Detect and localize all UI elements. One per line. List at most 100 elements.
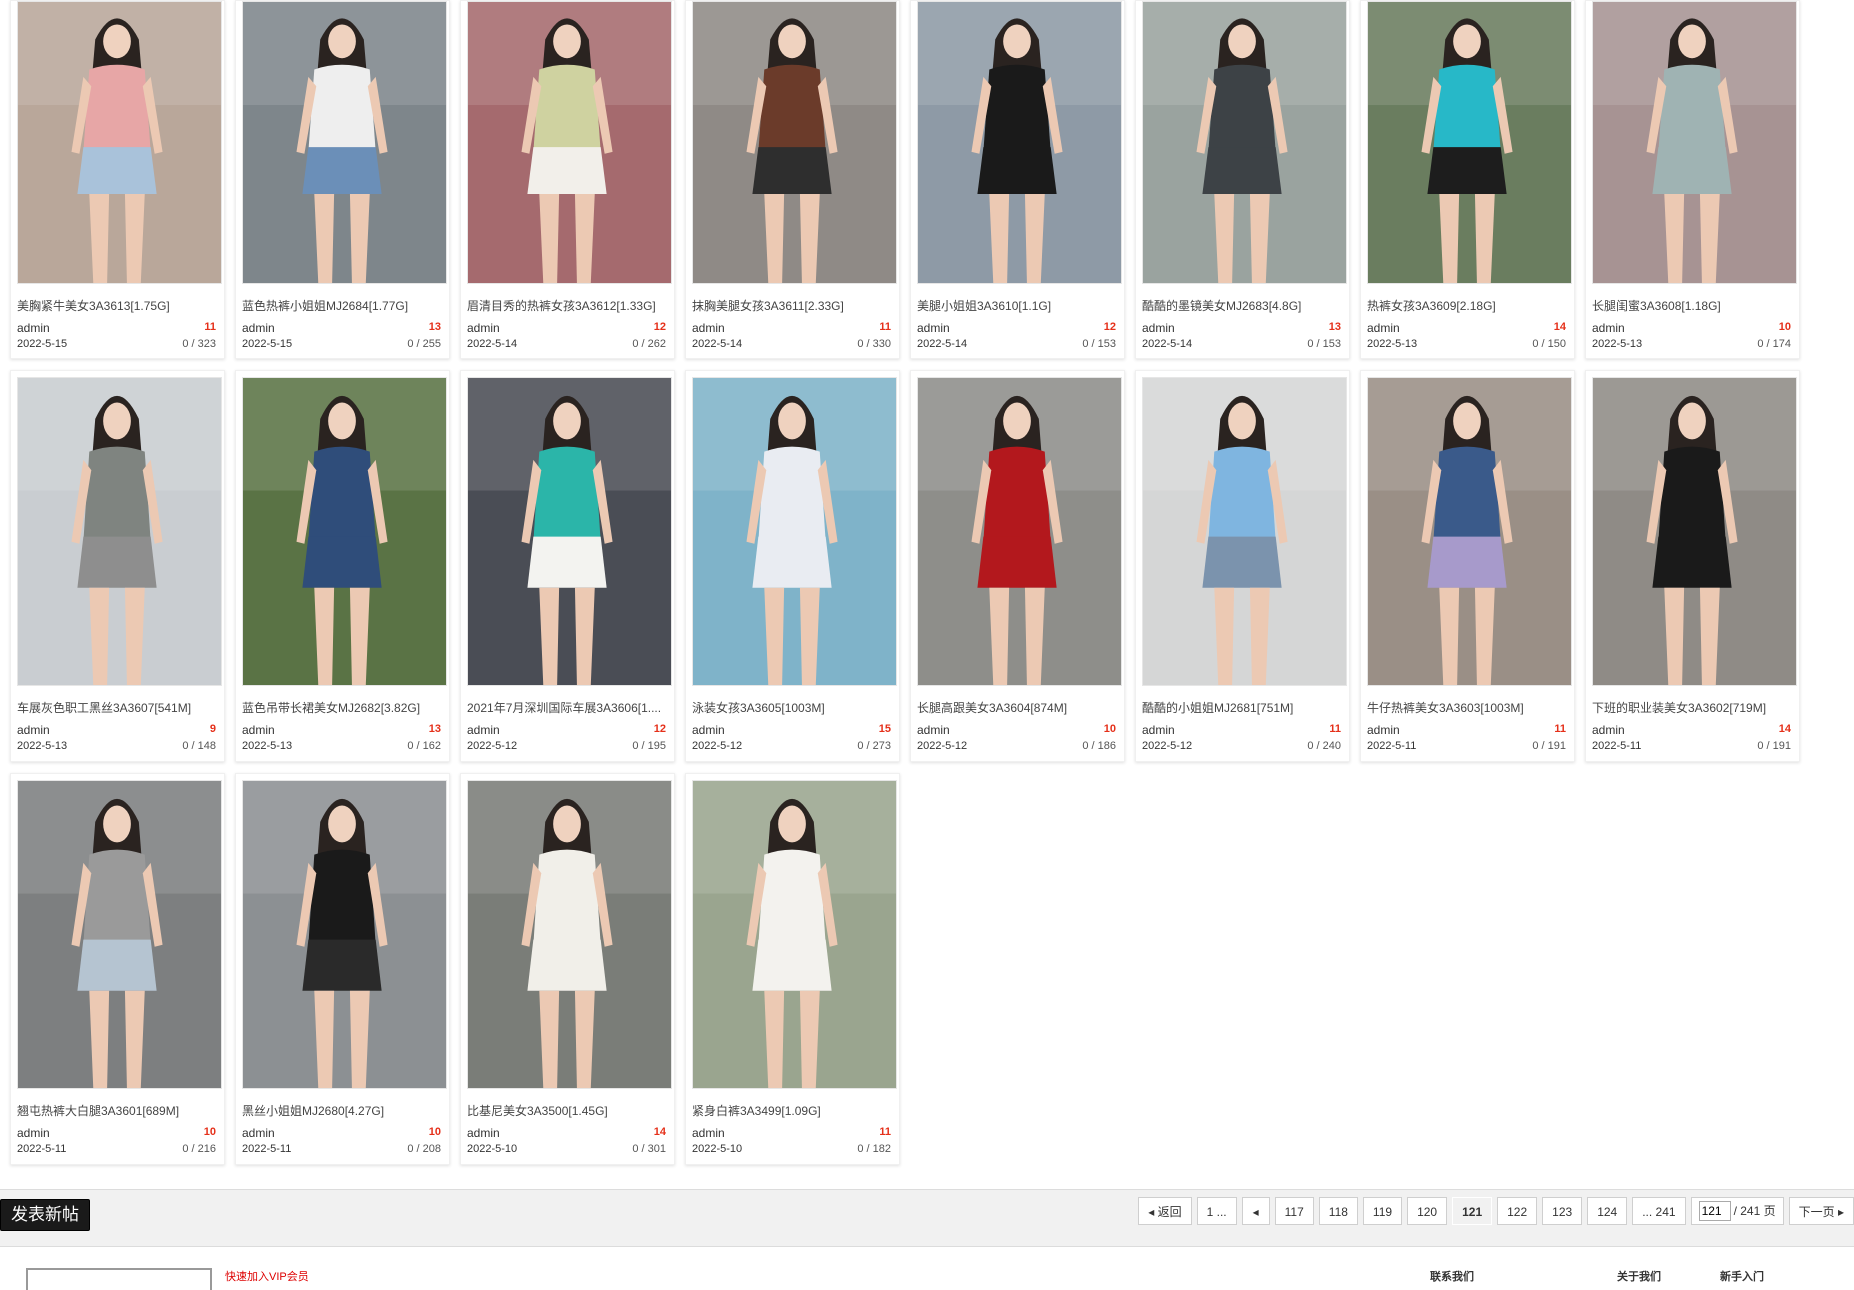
page-link[interactable]: 123 [1542, 1197, 1583, 1225]
post-thumbnail[interactable] [1142, 1, 1347, 284]
post-title[interactable]: 下班的职业装美女3A3602[719M] [1592, 699, 1793, 716]
prev-page-button[interactable]: ◂ [1241, 1197, 1270, 1225]
page-link[interactable]: 118 [1318, 1197, 1358, 1225]
post-thumbnail[interactable] [467, 1, 672, 284]
post-card[interactable]: 泳装女孩3A3605[1003M] admin 15 2022-5-12 0 /… [685, 370, 900, 762]
post-card[interactable]: 酷酷的小姐姐MJ2681[751M] admin 11 2022-5-12 0 … [1135, 370, 1350, 762]
post-author[interactable]: admin [17, 723, 50, 737]
post-title[interactable]: 长腿高跟美女3A3604[874M] [917, 699, 1118, 716]
post-card[interactable]: 比基尼美女3A3500[1.45G] admin 14 2022-5-10 0 … [460, 773, 675, 1165]
post-thumbnail[interactable] [917, 1, 1122, 284]
page-link[interactable]: 122 [1497, 1197, 1538, 1225]
post-thumbnail[interactable] [1142, 377, 1347, 686]
post-card[interactable]: 翘屯热裤大白腿3A3601[689M] admin 10 2022-5-11 0… [10, 773, 225, 1165]
post-author[interactable]: admin [467, 723, 500, 737]
post-thumbnail[interactable] [17, 377, 222, 686]
post-author[interactable]: admin [917, 321, 950, 335]
page-link[interactable]: 124 [1587, 1197, 1628, 1225]
post-title[interactable]: 蓝色吊带长裙美女MJ2682[3.82G] [242, 699, 443, 716]
vip-notice[interactable]: 快速加入VIP会员 [225, 1268, 309, 1284]
post-thumbnail[interactable] [242, 780, 447, 1089]
post-title[interactable]: 长腿闺蜜3A3608[1.18G] [1592, 297, 1793, 314]
post-card[interactable]: 美胸紧牛美女3A3613[1.75G] admin 11 2022-5-15 0… [10, 0, 225, 359]
post-author[interactable]: admin [917, 723, 950, 737]
page-last[interactable]: ... 241 [1632, 1197, 1686, 1225]
post-card[interactable]: 蓝色吊带长裙美女MJ2682[3.82G] admin 13 2022-5-13… [235, 370, 450, 762]
post-thumbnail[interactable] [1592, 377, 1797, 686]
post-card[interactable]: 美腿小姐姐3A3610[1.1G] admin 12 2022-5-14 0 /… [910, 0, 1125, 359]
post-author[interactable]: admin [1592, 321, 1625, 335]
post-author[interactable]: admin [17, 321, 50, 335]
next-page-button[interactable]: 下一页 ▸ [1788, 1197, 1854, 1225]
post-card[interactable]: 牛仔热裤美女3A3603[1003M] admin 11 2022-5-11 0… [1360, 370, 1575, 762]
post-thumbnail[interactable] [692, 377, 897, 686]
page-first[interactable]: 1 ... [1196, 1197, 1237, 1225]
post-thumbnail[interactable] [17, 1, 222, 284]
post-thumbnail[interactable] [17, 780, 222, 1089]
post-author[interactable]: admin [692, 723, 725, 737]
post-title[interactable]: 美腿小姐姐3A3610[1.1G] [917, 297, 1118, 314]
post-title[interactable]: 酷酷的小姐姐MJ2681[751M] [1142, 699, 1343, 716]
reply-view-count: 0 / 323 [182, 338, 216, 350]
post-card[interactable]: 下班的职业装美女3A3602[719M] admin 14 2022-5-11 … [1585, 370, 1800, 762]
post-card[interactable]: 长腿闺蜜3A3608[1.18G] admin 10 2022-5-13 0 /… [1585, 0, 1800, 359]
post-thumbnail[interactable] [467, 780, 672, 1089]
post-author[interactable]: admin [1142, 321, 1175, 335]
post-thumbnail[interactable] [467, 377, 672, 686]
post-title[interactable]: 美胸紧牛美女3A3613[1.75G] [17, 297, 218, 314]
footer-link-contact[interactable]: 联系我们 [1430, 1268, 1474, 1284]
post-title[interactable]: 比基尼美女3A3500[1.45G] [467, 1102, 668, 1119]
page-link[interactable]: 117 [1274, 1197, 1314, 1225]
post-author[interactable]: admin [17, 1126, 50, 1140]
page-link[interactable]: 119 [1362, 1197, 1403, 1225]
post-card[interactable]: 长腿高跟美女3A3604[874M] admin 10 2022-5-12 0 … [910, 370, 1125, 762]
photo-figure [918, 2, 1121, 283]
post-author[interactable]: admin [242, 321, 275, 335]
post-author[interactable]: admin [467, 321, 500, 335]
post-author[interactable]: admin [1367, 723, 1400, 737]
post-thumbnail[interactable] [242, 1, 447, 284]
post-thumbnail[interactable] [242, 377, 447, 686]
post-title[interactable]: 酷酷的墨镜美女MJ2683[4.8G] [1142, 297, 1343, 314]
post-title[interactable]: 2021年7月深圳国际车展3A3606[1.... [467, 699, 668, 716]
post-author[interactable]: admin [242, 723, 275, 737]
post-card[interactable]: 抹胸美腿女孩3A3611[2.33G] admin 11 2022-5-14 0… [685, 0, 900, 359]
post-author[interactable]: admin [1592, 723, 1625, 737]
post-card[interactable]: 眉清目秀的热裤女孩3A3612[1.33G] admin 12 2022-5-1… [460, 0, 675, 359]
post-title[interactable]: 牛仔热裤美女3A3603[1003M] [1367, 699, 1568, 716]
post-author[interactable]: admin [1142, 723, 1175, 737]
post-author[interactable]: admin [1367, 321, 1400, 335]
post-card[interactable]: 蓝色热裤小姐姐MJ2684[1.77G] admin 13 2022-5-15 … [235, 0, 450, 359]
post-thumbnail[interactable] [1592, 1, 1797, 284]
page-link[interactable]: 120 [1407, 1197, 1448, 1225]
post-thumbnail[interactable] [692, 780, 897, 1089]
page-jump-input[interactable] [1698, 1201, 1731, 1221]
post-title[interactable]: 蓝色热裤小姐姐MJ2684[1.77G] [242, 297, 443, 314]
post-thumbnail[interactable] [692, 1, 897, 284]
footer-link-newbie[interactable]: 新手入门 [1720, 1268, 1764, 1284]
post-author[interactable]: admin [467, 1126, 500, 1140]
post-card[interactable]: 2021年7月深圳国际车展3A3606[1.... admin 12 2022-… [460, 370, 675, 762]
post-title[interactable]: 车展灰色职工黑丝3A3607[541M] [17, 699, 218, 716]
footer-link-about[interactable]: 关于我们 [1617, 1268, 1661, 1284]
post-title[interactable]: 抹胸美腿女孩3A3611[2.33G] [692, 297, 893, 314]
post-title[interactable]: 黑丝小姐姐MJ2680[4.27G] [242, 1102, 443, 1119]
back-button[interactable]: ◂ 返回 [1138, 1197, 1192, 1225]
post-card[interactable]: 车展灰色职工黑丝3A3607[541M] admin 9 2022-5-13 0… [10, 370, 225, 762]
post-thumbnail[interactable] [1367, 377, 1572, 686]
post-title[interactable]: 热裤女孩3A3609[2.18G] [1367, 297, 1568, 314]
post-title[interactable]: 翘屯热裤大白腿3A3601[689M] [17, 1102, 218, 1119]
post-card[interactable]: 紧身白裤3A3499[1.09G] admin 11 2022-5-10 0 /… [685, 773, 900, 1165]
post-thumbnail[interactable] [1367, 1, 1572, 284]
post-title[interactable]: 泳装女孩3A3605[1003M] [692, 699, 893, 716]
post-title[interactable]: 眉清目秀的热裤女孩3A3612[1.33G] [467, 297, 668, 314]
post-card[interactable]: 热裤女孩3A3609[2.18G] admin 14 2022-5-13 0 /… [1360, 0, 1575, 359]
post-card[interactable]: 黑丝小姐姐MJ2680[4.27G] admin 10 2022-5-11 0 … [235, 773, 450, 1165]
post-author[interactable]: admin [692, 1126, 725, 1140]
post-author[interactable]: admin [692, 321, 725, 335]
post-title[interactable]: 紧身白裤3A3499[1.09G] [692, 1102, 893, 1119]
new-post-button[interactable]: 发表新帖 [0, 1199, 90, 1231]
post-author[interactable]: admin [242, 1126, 275, 1140]
post-card[interactable]: 酷酷的墨镜美女MJ2683[4.8G] admin 13 2022-5-14 0… [1135, 0, 1350, 359]
post-thumbnail[interactable] [917, 377, 1122, 686]
